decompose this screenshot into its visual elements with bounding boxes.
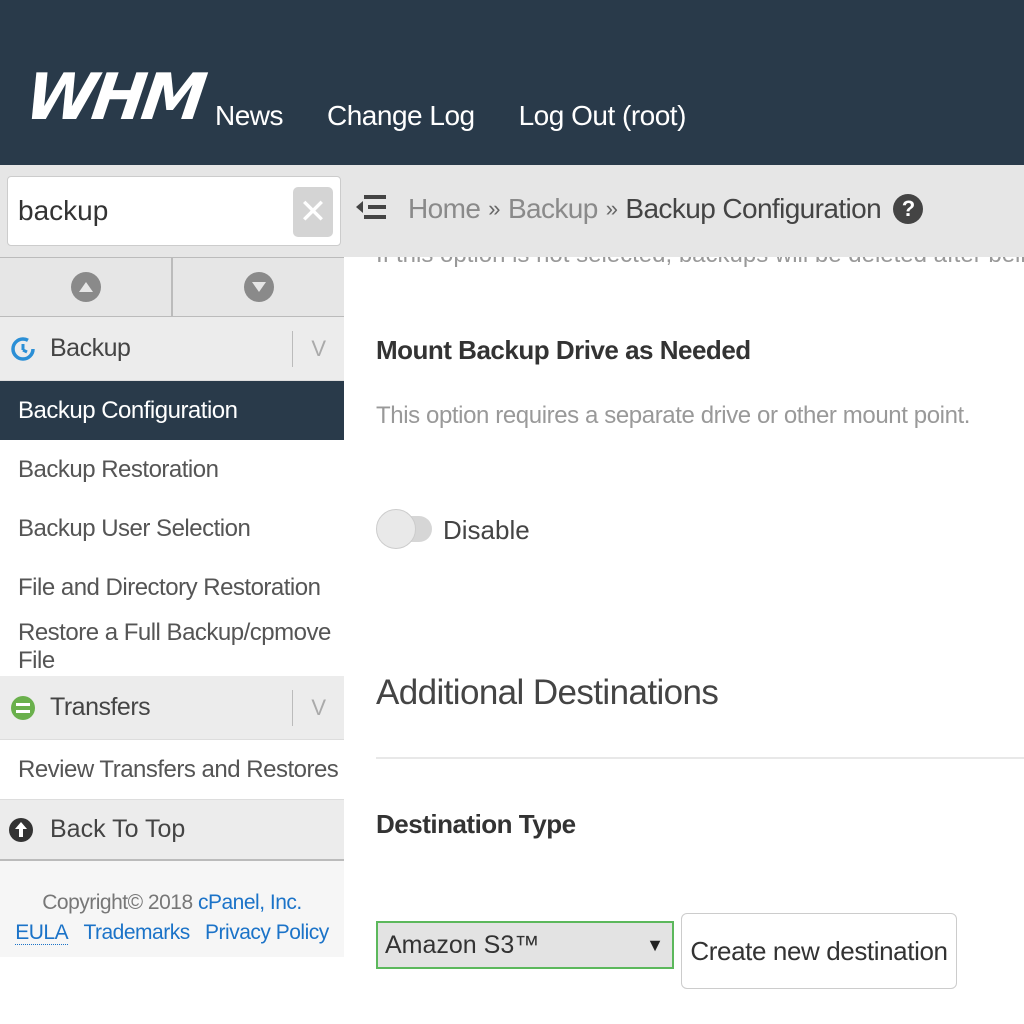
nav-news-link[interactable]: News [215,100,284,132]
chevron-down-icon[interactable]: V [292,690,326,726]
mount-backup-drive-title: Mount Backup Drive as Needed [376,335,751,365]
destination-type-select[interactable]: Amazon S3™ ▼ [376,921,674,969]
create-new-destination-button[interactable]: Create new destination [681,913,957,989]
breadcrumb: Home » Backup » Backup Configuration ? [408,193,924,225]
breadcrumb-current: Backup Configuration [625,193,882,224]
toggle-knob [376,509,416,549]
category-label: Transfers [50,693,151,721]
collapse-sidebar-icon[interactable] [354,190,388,224]
mount-backup-drive-description: This option requires a separate drive or… [376,402,971,429]
search-area: ✕ [0,165,344,257]
sidebar-item-backup-user-selection[interactable]: Backup User Selection [0,499,344,558]
nav-change-log-link[interactable]: Change Log [327,100,475,132]
arrow-up-icon [70,272,101,302]
search-input[interactable] [7,176,341,246]
chevron-down-icon[interactable]: V [292,331,326,367]
eula-link[interactable]: EULA [15,921,69,945]
breadcrumb-backup[interactable]: Backup [508,193,598,225]
breadcrumb-bar: Home » Backup » Backup Configuration ? [344,165,1024,257]
sidebar-item-backup-configuration[interactable]: Backup Configuration [0,381,344,440]
back-to-top-label: Back To Top [50,815,186,843]
sidebar: ✕ Backup V Backup Configuration Backup R… [0,165,344,1024]
destination-type-label: Destination Type [376,809,576,839]
scroll-down-button[interactable] [173,258,344,316]
mount-drive-toggle[interactable] [376,509,432,549]
section-divider [376,757,1024,759]
privacy-policy-link[interactable]: Privacy Policy [205,921,329,944]
sidebar-nav: Backup V Backup Configuration Backup Res… [0,317,344,957]
whm-logo[interactable]: WHM [21,61,207,135]
clear-search-button[interactable]: ✕ [293,187,333,237]
backup-clock-icon [11,336,35,361]
back-to-top-button[interactable]: Back To Top [0,799,344,861]
top-nav: News Change Log Log Out (root) [215,100,686,132]
nav-logout-link[interactable]: Log Out (root) [519,100,687,132]
sidebar-category-transfers[interactable]: Transfers V [0,676,344,740]
breadcrumb-separator: » [605,196,618,221]
transfers-icon [11,695,35,720]
sidebar-category-backup[interactable]: Backup V [0,317,344,381]
arrow-down-icon [243,272,274,302]
close-icon: ✕ [298,193,328,231]
help-icon[interactable]: ? [893,194,924,224]
top-header: WHM News Change Log Log Out (root) [0,0,1024,165]
copyright-text: Copyright© 2018 [42,891,193,914]
trademarks-link[interactable]: Trademarks [83,921,190,944]
category-label: Backup [50,334,131,362]
select-value: Amazon S3™ [385,931,540,959]
sidebar-item-restore-full-backup[interactable]: Restore a Full Backup/cpmove File [0,617,344,676]
copyright-line: Copyright© 2018 cPanel, Inc. [0,891,344,915]
arrow-up-circle-icon [9,817,33,842]
scroll-controls [0,257,344,317]
cut-off-description: If this option is not selected, backups … [376,257,1024,269]
sidebar-item-review-transfers[interactable]: Review Transfers and Restores [0,740,344,799]
toggle-state-label: Disable [443,515,530,545]
footer-links: EULA Trademarks Privacy Policy [0,921,344,945]
breadcrumb-separator: » [488,196,500,221]
main-content: If this option is not selected, backups … [344,257,1024,1024]
scroll-up-button[interactable] [0,258,173,316]
cpanel-link[interactable]: cPanel, Inc. [198,891,302,914]
sidebar-item-backup-restoration[interactable]: Backup Restoration [0,440,344,499]
sidebar-item-file-directory-restoration[interactable]: File and Directory Restoration [0,558,344,617]
breadcrumb-home[interactable]: Home [408,193,481,225]
additional-destinations-title: Additional Destinations [376,673,719,712]
sidebar-footer: Copyright© 2018 cPanel, Inc. EULA Tradem… [0,861,344,957]
dropdown-caret-icon: ▼ [646,935,664,955]
